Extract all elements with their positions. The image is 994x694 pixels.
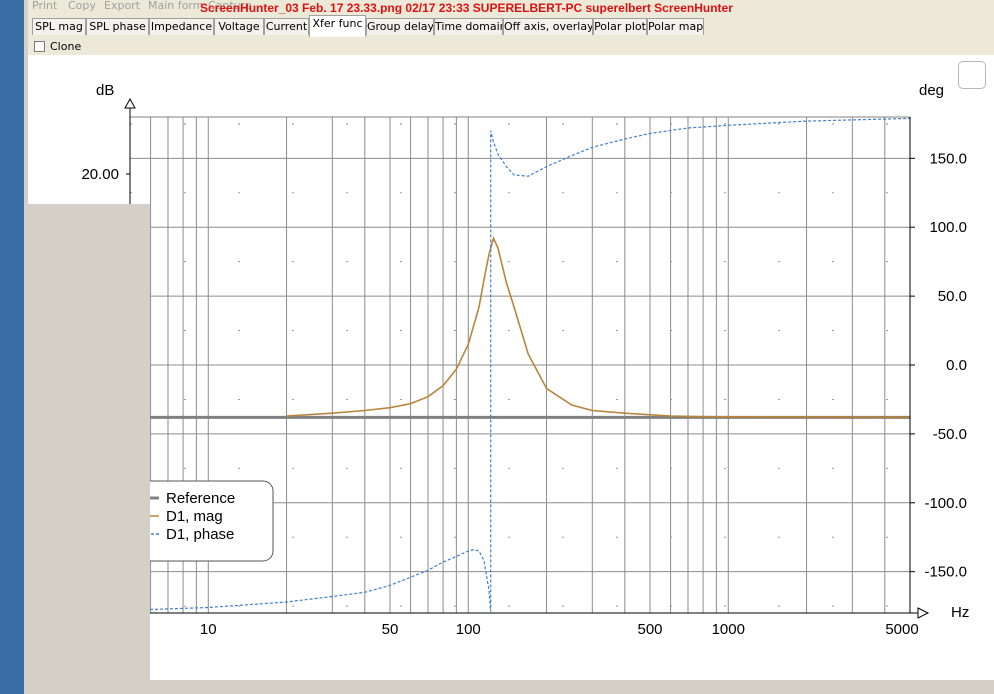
right-tick-label: -50.0 — [933, 426, 967, 443]
x-tick-label: 5000 — [885, 621, 918, 638]
x-tick-label: 1000 — [712, 621, 745, 638]
obscuring-window — [28, 204, 150, 694]
corner-button[interactable] — [958, 61, 986, 89]
right-tick-label: 100.0 — [929, 219, 967, 236]
right-tick-label: 50.0 — [938, 288, 967, 305]
right-tick-label: -150.0 — [924, 564, 967, 581]
right-tick-label: 150.0 — [929, 150, 967, 167]
x-tick-label: 500 — [637, 621, 662, 638]
legend-label: Reference — [166, 490, 235, 507]
x-unit-label: Hz — [951, 604, 969, 621]
x-tick-label: 50 — [382, 621, 399, 638]
left-tick-label: 20.00 — [81, 166, 119, 183]
left-unit-label: dB — [96, 82, 114, 99]
right-tick-label: 0.0 — [946, 357, 967, 374]
right-tick-label: -100.0 — [924, 495, 967, 512]
x-tick-label: 100 — [456, 621, 481, 638]
legend-label: D1, phase — [166, 526, 234, 543]
left-axis-arrow — [124, 97, 136, 109]
legend-label: D1, mag — [166, 508, 223, 525]
x-tick-label: 10 — [200, 621, 217, 638]
horizontal-scrollbar[interactable] — [150, 680, 994, 694]
series-d1-mag — [286, 235, 911, 419]
right-unit-label: deg — [919, 82, 944, 99]
x-axis-arrow — [917, 607, 930, 619]
